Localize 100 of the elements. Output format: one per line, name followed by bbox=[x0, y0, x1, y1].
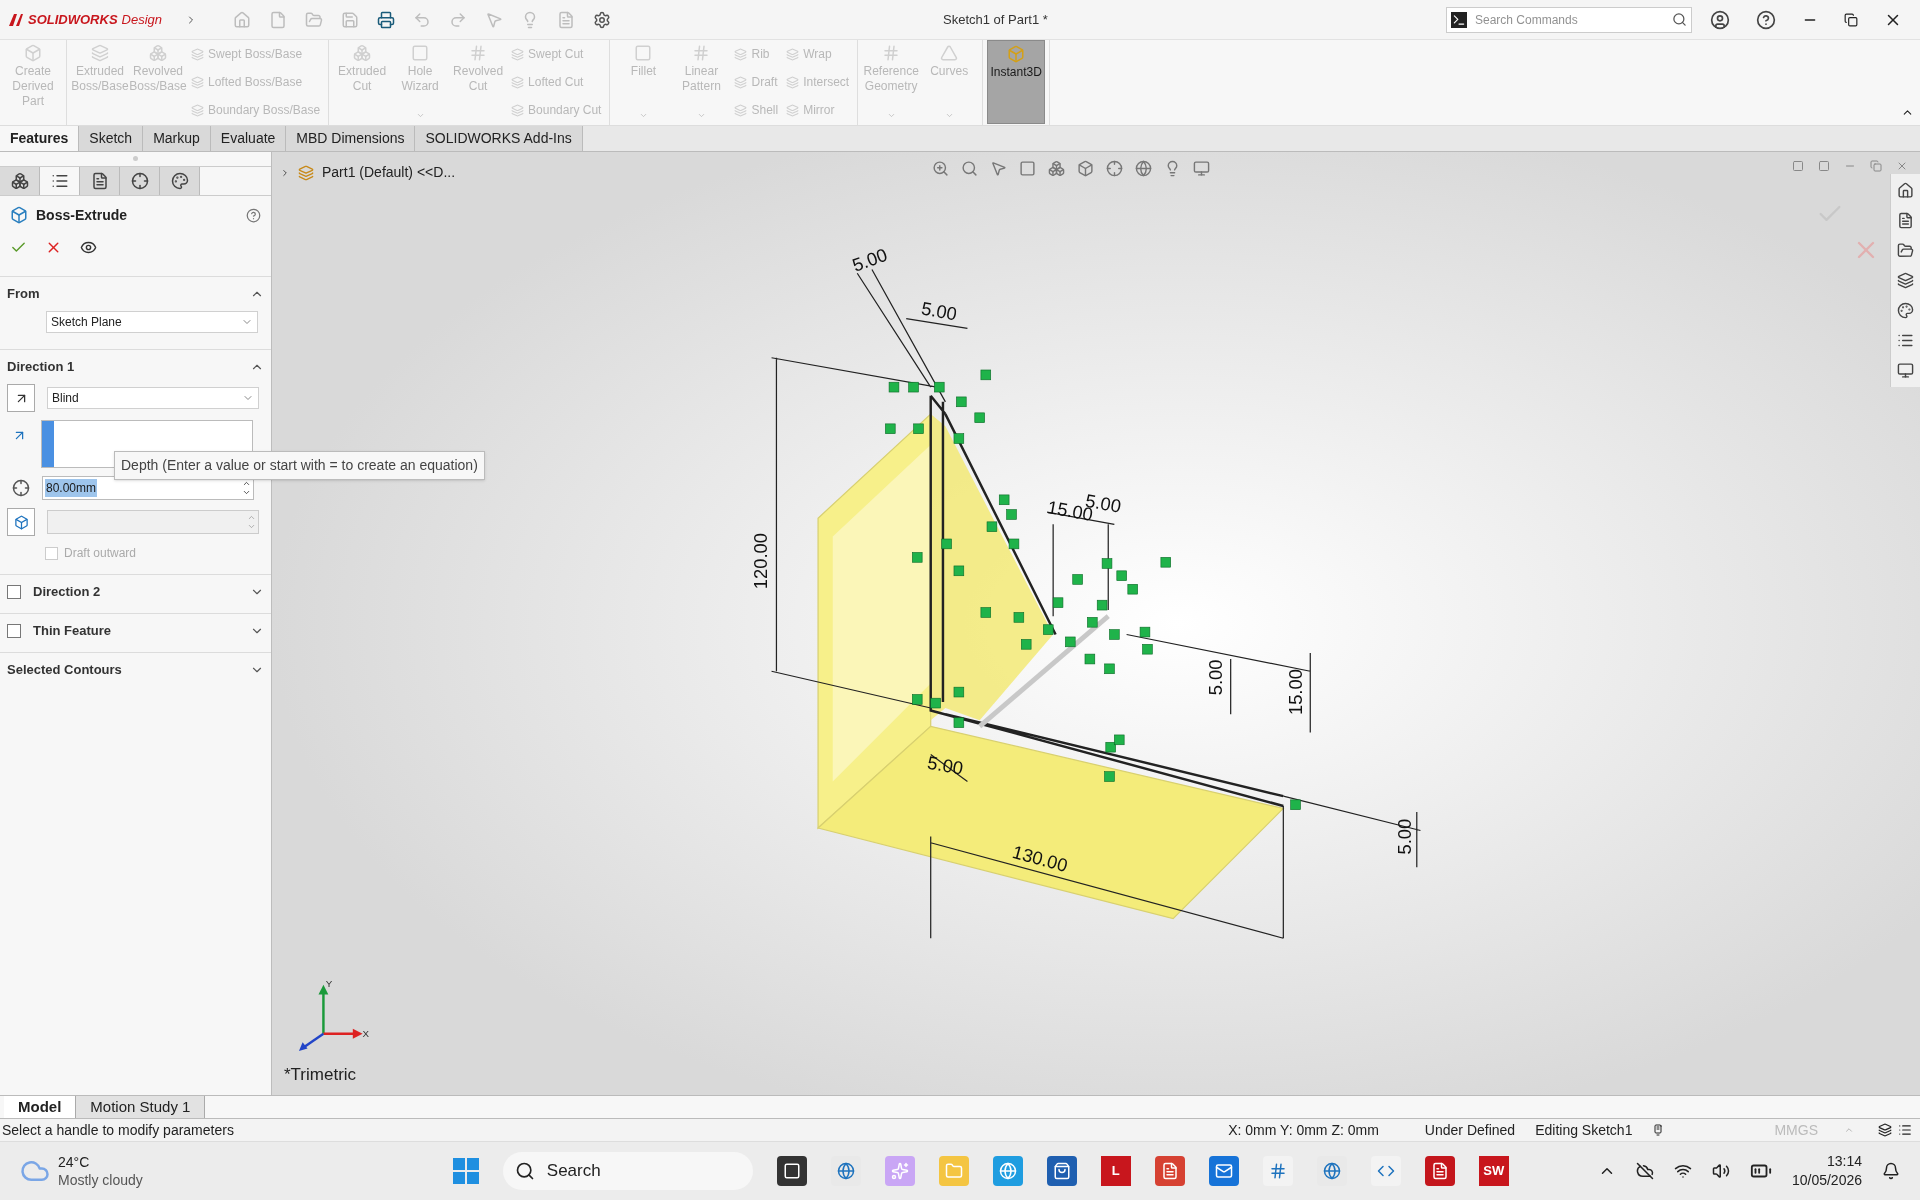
clock-time[interactable]: 13:14 bbox=[1826, 1152, 1862, 1171]
task-pane-icon[interactable] bbox=[1897, 362, 1914, 379]
app-icon[interactable]: SW bbox=[1478, 1156, 1509, 1186]
dropdown[interactable]: Blind bbox=[47, 387, 259, 409]
dimension-label[interactable]: 5.00 bbox=[1205, 659, 1227, 696]
section-title: Selected Contours bbox=[7, 661, 122, 680]
clock-date[interactable]: 10/05/2026 bbox=[1791, 1171, 1862, 1190]
code-icon[interactable] bbox=[1370, 1156, 1401, 1186]
taskbar-search[interactable]: Search bbox=[502, 1152, 753, 1190]
command-tab[interactable]: Sketch bbox=[79, 125, 144, 151]
model-tab[interactable]: Motion Study 1 bbox=[76, 1096, 206, 1118]
help-icon[interactable] bbox=[1756, 9, 1776, 30]
view-tool-icon[interactable] bbox=[1135, 160, 1152, 177]
app-icon[interactable]: L bbox=[1100, 1156, 1131, 1186]
restore-icon bbox=[1870, 160, 1882, 172]
command-tab[interactable]: SOLIDWORKS Add-Ins bbox=[415, 125, 583, 151]
reverse-direction-button[interactable] bbox=[7, 384, 35, 412]
section-title: From bbox=[7, 285, 40, 304]
dimension-label[interactable]: 5.00 bbox=[1393, 818, 1415, 855]
restore-icon[interactable] bbox=[1844, 12, 1858, 27]
view-tool-icon[interactable] bbox=[932, 160, 949, 177]
command-tab[interactable]: Markup bbox=[143, 125, 211, 151]
view-tool-icon[interactable] bbox=[1077, 160, 1094, 177]
mail-icon[interactable] bbox=[1208, 1156, 1239, 1186]
dropdown-value: Blind bbox=[52, 390, 79, 407]
app-brand: SOLIDWORKS bbox=[28, 10, 118, 29]
section-checkbox[interactable] bbox=[7, 585, 21, 599]
feature-tree-icon bbox=[10, 172, 29, 190]
instant3d-icon bbox=[1007, 45, 1026, 63]
panel-tab[interactable] bbox=[0, 167, 40, 195]
feature-icon bbox=[786, 75, 800, 89]
help-icon[interactable] bbox=[246, 207, 261, 223]
feature-icon bbox=[191, 75, 204, 89]
panel-tab[interactable] bbox=[80, 167, 120, 195]
volume-icon[interactable] bbox=[1711, 1162, 1730, 1180]
panel-tab[interactable] bbox=[160, 167, 200, 195]
dimension-label[interactable]: 130.00 bbox=[1010, 841, 1070, 876]
task-pane-icon[interactable] bbox=[1897, 182, 1914, 199]
task-pane-icon[interactable] bbox=[1897, 272, 1914, 289]
feature-icon bbox=[882, 44, 901, 62]
view-tool-icon[interactable] bbox=[1106, 160, 1123, 177]
task-view-icon[interactable] bbox=[776, 1156, 807, 1186]
browser-icon[interactable] bbox=[992, 1156, 1023, 1186]
expand-icon bbox=[280, 167, 290, 178]
dimension-label[interactable]: 5.00 bbox=[849, 243, 891, 276]
section-checkbox[interactable] bbox=[7, 624, 21, 638]
status-icon bbox=[1898, 1123, 1912, 1137]
view-tool-icon[interactable] bbox=[1193, 160, 1210, 177]
draft-toggle-button[interactable] bbox=[7, 508, 35, 536]
store-icon[interactable] bbox=[1046, 1156, 1077, 1186]
tree-root-label[interactable]: Part1 (Default) <<D... bbox=[322, 162, 456, 183]
weather-temperature[interactable]: 24°C bbox=[58, 1153, 143, 1171]
caret-icon bbox=[944, 111, 954, 120]
view-tool-icon[interactable] bbox=[961, 160, 978, 177]
app-edition: Design bbox=[121, 10, 163, 29]
dimension-label[interactable]: 5.00 bbox=[919, 297, 959, 325]
task-pane-icon[interactable] bbox=[1897, 332, 1914, 349]
command-tab[interactable]: Evaluate bbox=[210, 125, 287, 151]
dropdown[interactable]: Sketch Plane bbox=[46, 311, 258, 333]
extrude-icon bbox=[10, 206, 28, 224]
notification-icon[interactable] bbox=[1882, 1162, 1900, 1180]
close-icon bbox=[1896, 160, 1908, 172]
command-tab[interactable]: MBD Dimensions bbox=[286, 125, 416, 151]
status-definition: Under Defined bbox=[1424, 1120, 1516, 1140]
tooltip: Depth (Enter a value or start with = to create an equation) bbox=[114, 451, 485, 480]
search-field[interactable]: Search Commands bbox=[1475, 10, 1664, 29]
search-icon bbox=[514, 1161, 535, 1181]
settings-icon[interactable] bbox=[593, 10, 611, 29]
task-pane-icon[interactable] bbox=[1897, 212, 1914, 229]
depth-icon bbox=[12, 479, 30, 497]
user-icon[interactable] bbox=[1710, 9, 1730, 30]
hash-icon[interactable] bbox=[1262, 1156, 1293, 1186]
command-tab[interactable]: Features bbox=[0, 125, 80, 151]
command-search-box[interactable]: Search Commands bbox=[1446, 6, 1692, 33]
view-tool-icon[interactable] bbox=[1048, 160, 1065, 177]
document-icon[interactable] bbox=[1154, 1156, 1185, 1186]
model-tab[interactable]: Model bbox=[4, 1096, 77, 1118]
ribbon-button[interactable]: Instant3D bbox=[987, 40, 1046, 124]
status-editing: Editing Sketch1 bbox=[1535, 1120, 1633, 1140]
axis-label: Y bbox=[325, 978, 333, 990]
feature-icon bbox=[24, 44, 42, 62]
feature-icon bbox=[734, 75, 748, 89]
cloud-off-icon[interactable] bbox=[1635, 1162, 1654, 1180]
dimension-label[interactable]: 120.00 bbox=[749, 532, 771, 590]
weather-description[interactable]: Mostly cloudy bbox=[58, 1171, 143, 1189]
caret-icon bbox=[696, 111, 706, 120]
panel-tab[interactable] bbox=[120, 167, 160, 195]
status-message: Select a handle to modify parameters bbox=[2, 1120, 234, 1140]
task-pane-icon[interactable] bbox=[1897, 302, 1914, 319]
draft-angle-field[interactable] bbox=[47, 510, 259, 534]
document-icon[interactable] bbox=[1424, 1156, 1455, 1186]
start-icon[interactable] bbox=[452, 1158, 479, 1184]
feature-icon bbox=[940, 44, 959, 62]
wifi-icon[interactable] bbox=[1673, 1162, 1692, 1180]
dimension-label[interactable]: 15.00 bbox=[1284, 669, 1306, 716]
dimension-label[interactable]: 5.00 bbox=[925, 751, 965, 779]
view-tool-icon[interactable] bbox=[1019, 160, 1036, 177]
toolbar-icon[interactable] bbox=[377, 10, 395, 29]
task-pane-icon[interactable] bbox=[1897, 242, 1914, 259]
view-tool-icon[interactable] bbox=[990, 160, 1007, 177]
